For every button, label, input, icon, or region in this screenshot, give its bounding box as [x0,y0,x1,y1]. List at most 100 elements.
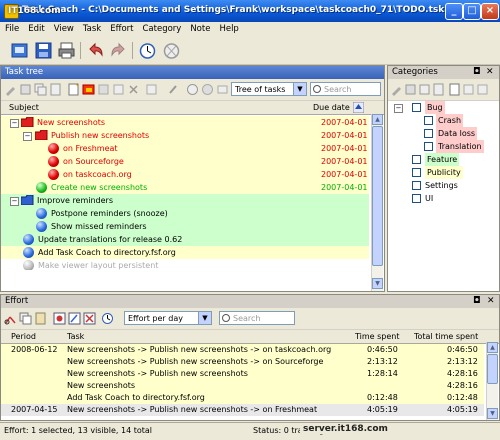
task-row[interactable]: Make viewer layout persistent [1,259,369,270]
copy-icon[interactable] [19,312,32,325]
col-subject[interactable]: Subject [9,101,39,114]
col-period[interactable]: Period [11,330,36,343]
category-item[interactable]: Crash [388,114,499,127]
edit-task-icon[interactable] [97,83,110,96]
menu-help[interactable]: Help [214,22,242,34]
new-task-icon[interactable] [67,83,80,96]
task-row[interactable]: − New screenshots 2007-04-01 [1,116,369,129]
menu-view[interactable]: View [49,22,78,34]
menu-note[interactable]: Note [185,22,214,34]
category-checkbox[interactable] [412,155,421,164]
task-row[interactable]: Postpone reminders (snooze) [1,207,369,220]
category-checkbox[interactable] [412,194,421,203]
col-time-spent[interactable]: Time spent [355,330,400,343]
pane-close-icon[interactable]: ✕ [486,66,494,79]
pane-close-icon[interactable]: ✕ [487,295,495,308]
new-effort-icon[interactable] [53,312,66,325]
delete-task-icon[interactable] [112,83,125,96]
timer-icon[interactable] [101,312,114,325]
effort-period-select[interactable]: Effort per day ▼ [124,311,212,325]
edit-icon[interactable] [390,83,403,96]
pane-float-icon[interactable]: ◘ [473,295,481,308]
effort-scrollbar[interactable]: ▲ ▼ [486,342,498,420]
maximize-button[interactable]: □ [463,3,481,20]
effort-row[interactable]: Add Task Coach to directory.fsf.org 0:12… [1,392,484,404]
cut-icon[interactable] [19,83,32,96]
task-active-icon [23,247,34,258]
effort-row[interactable]: 2008-06-12 New screenshots -> Publish ne… [1,344,484,356]
task-row[interactable]: on Freshmeat 2007-04-01 [1,142,369,155]
edit-effort-icon[interactable] [68,312,81,325]
mark-complete-icon[interactable] [127,83,140,96]
category-checkbox[interactable] [412,103,421,112]
category-checkbox[interactable] [424,129,433,138]
task-row[interactable]: − Improve reminders [1,194,369,207]
task-row[interactable]: on taskcoach.org 2007-04-01 [1,168,369,181]
effort-row[interactable]: New screenshots -> Publish new screensho… [1,356,484,368]
stop-tracking-icon[interactable] [162,41,181,60]
category-checkbox[interactable] [412,181,421,190]
task-row[interactable]: on Sourceforge 2007-04-01 [1,155,369,168]
task-list-header: Subject Due date [1,101,384,115]
edit-icon[interactable] [4,83,17,96]
view-type-select[interactable]: Tree of tasks ▼ [231,82,307,96]
paste-icon[interactable] [432,83,445,96]
category-filter-icon[interactable] [216,83,229,96]
task-search-input[interactable]: Search [310,82,381,96]
stop-timer-icon[interactable] [201,83,214,96]
start-timer-icon[interactable] [186,83,199,96]
cut-icon[interactable] [404,83,417,96]
category-item[interactable]: Publicity [388,166,499,179]
start-tracking-icon[interactable] [138,41,157,60]
category-checkbox[interactable] [424,142,433,151]
task-row[interactable]: Create new screenshots 2007-04-01 [1,181,369,194]
menu-task[interactable]: Task [78,22,105,34]
col-task[interactable]: Task [67,330,84,343]
effort-search-input[interactable]: Search [219,311,295,325]
effort-row[interactable]: New screenshots -> Publish new screensho… [1,368,484,380]
print-icon[interactable] [57,41,76,60]
col-total-time[interactable]: Total time spent [414,330,478,343]
category-item[interactable]: UI [388,192,499,205]
new-subcategory-icon[interactable] [462,83,475,96]
edit-category-icon[interactable] [476,83,489,96]
task-active-icon [36,221,47,232]
menu-file[interactable]: File [0,22,23,34]
undo-icon[interactable] [86,41,105,60]
category-item[interactable]: − Bug [388,101,499,114]
task-row[interactable]: Update translations for release 0.62 [1,233,369,246]
cut-icon[interactable] [4,312,17,325]
copy-icon[interactable] [34,83,47,96]
new-category-icon[interactable] [448,83,461,96]
category-checkbox[interactable] [424,116,433,125]
new-note-icon[interactable] [145,83,158,96]
category-item[interactable]: Data loss [388,127,499,140]
task-row[interactable]: Show missed reminders [1,220,369,233]
task-row[interactable]: Add Task Coach to directory.fsf.org [1,246,369,259]
minimize-button[interactable]: _ [445,3,463,20]
redo-icon[interactable] [109,41,128,60]
menu-edit[interactable]: Edit [23,22,48,34]
attachment-icon[interactable] [167,83,180,96]
category-item[interactable]: Translation [388,140,499,153]
new-subtask-icon[interactable] [82,83,95,96]
pane-float-icon[interactable]: ◘ [473,66,481,79]
close-button[interactable]: × [481,3,499,20]
category-checkbox[interactable] [412,168,421,177]
task-row[interactable]: − Publish new screenshots 2007-04-01 [1,129,369,142]
category-item[interactable]: Settings [388,179,499,192]
effort-row-selected[interactable]: 2007-04-15 New screenshots -> Publish ne… [1,404,484,416]
delete-effort-icon[interactable] [83,312,96,325]
task-scrollbar[interactable]: ▲ ▼ [371,114,383,291]
menu-effort[interactable]: Effort [105,22,137,34]
category-item[interactable]: Feature [388,153,499,166]
col-due-date[interactable]: Due date [313,101,350,114]
paste-icon[interactable] [34,312,47,325]
menu-category[interactable]: Category [138,22,186,34]
sort-icon[interactable] [353,102,364,113]
save-file-icon[interactable] [34,41,53,60]
open-file-icon[interactable] [10,41,29,60]
copy-icon[interactable] [418,83,431,96]
effort-row[interactable]: New screenshots 4:28:16 [1,380,484,392]
paste-icon[interactable] [49,83,62,96]
